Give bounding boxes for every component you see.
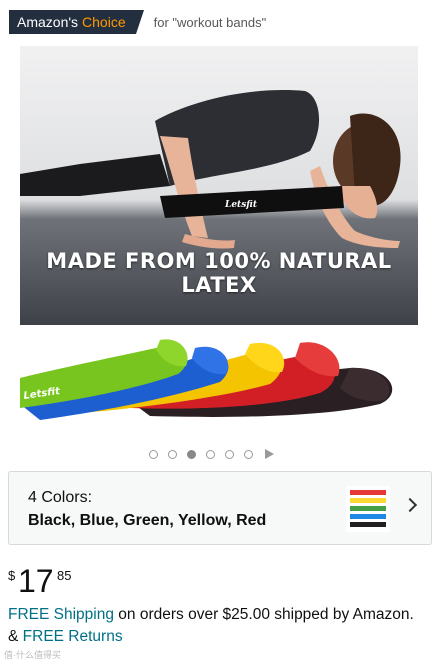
color-swatch	[350, 490, 386, 495]
price-fraction: 85	[57, 568, 72, 583]
hero-band-brand: Letsfit	[224, 200, 258, 210]
carousel-dot[interactable]	[206, 449, 215, 459]
badge-choice: Choice	[82, 14, 126, 30]
badge-prefix: Amazon's	[17, 14, 79, 30]
price-whole: 17	[18, 563, 54, 599]
colors-count: 4 Colors:	[28, 489, 93, 506]
carousel-dot[interactable]	[225, 449, 234, 459]
chevron-right-icon[interactable]	[402, 497, 418, 513]
color-swatch	[350, 514, 386, 519]
amazons-choice-row: Amazon's Choice for "workout bands"	[9, 10, 266, 34]
product-main-image[interactable]: Letsfit MADE FROM 100% NATURAL LATEX	[20, 46, 418, 325]
badge-keyword: for "workout bands"	[153, 14, 267, 30]
color-selector[interactable]: 4 Colors: Black, Blue, Green, Yellow, Re…	[8, 471, 432, 545]
carousel-dot[interactable]	[244, 449, 253, 459]
shipping-info: FREE Shipping on orders over $25.00 ship…	[8, 604, 428, 648]
color-thumbnail	[346, 486, 390, 532]
color-swatch	[350, 506, 386, 511]
image-carousel-indicators	[149, 449, 274, 459]
play-icon[interactable]	[265, 449, 274, 459]
product-secondary-image[interactable]: Letsfit	[20, 338, 420, 430]
colors-list: Black, Blue, Green, Yellow, Red	[28, 512, 267, 529]
carousel-dot[interactable]	[168, 449, 177, 459]
color-swatch	[350, 498, 386, 503]
watermark: 值·什么值得买	[4, 650, 61, 660]
color-swatch	[350, 522, 386, 527]
free-shipping-link[interactable]: FREE Shipping	[8, 606, 114, 623]
free-returns-link[interactable]: FREE Returns	[23, 628, 123, 645]
resistance-bands-photo: Letsfit	[20, 339, 393, 420]
carousel-dot[interactable]	[187, 449, 196, 459]
hero-caption: MADE FROM 100% NATURAL LATEX	[46, 249, 392, 297]
carousel-dot[interactable]	[149, 449, 158, 459]
amazons-choice-badge[interactable]: Amazon's Choice	[9, 10, 144, 34]
price-symbol: $	[8, 568, 16, 583]
